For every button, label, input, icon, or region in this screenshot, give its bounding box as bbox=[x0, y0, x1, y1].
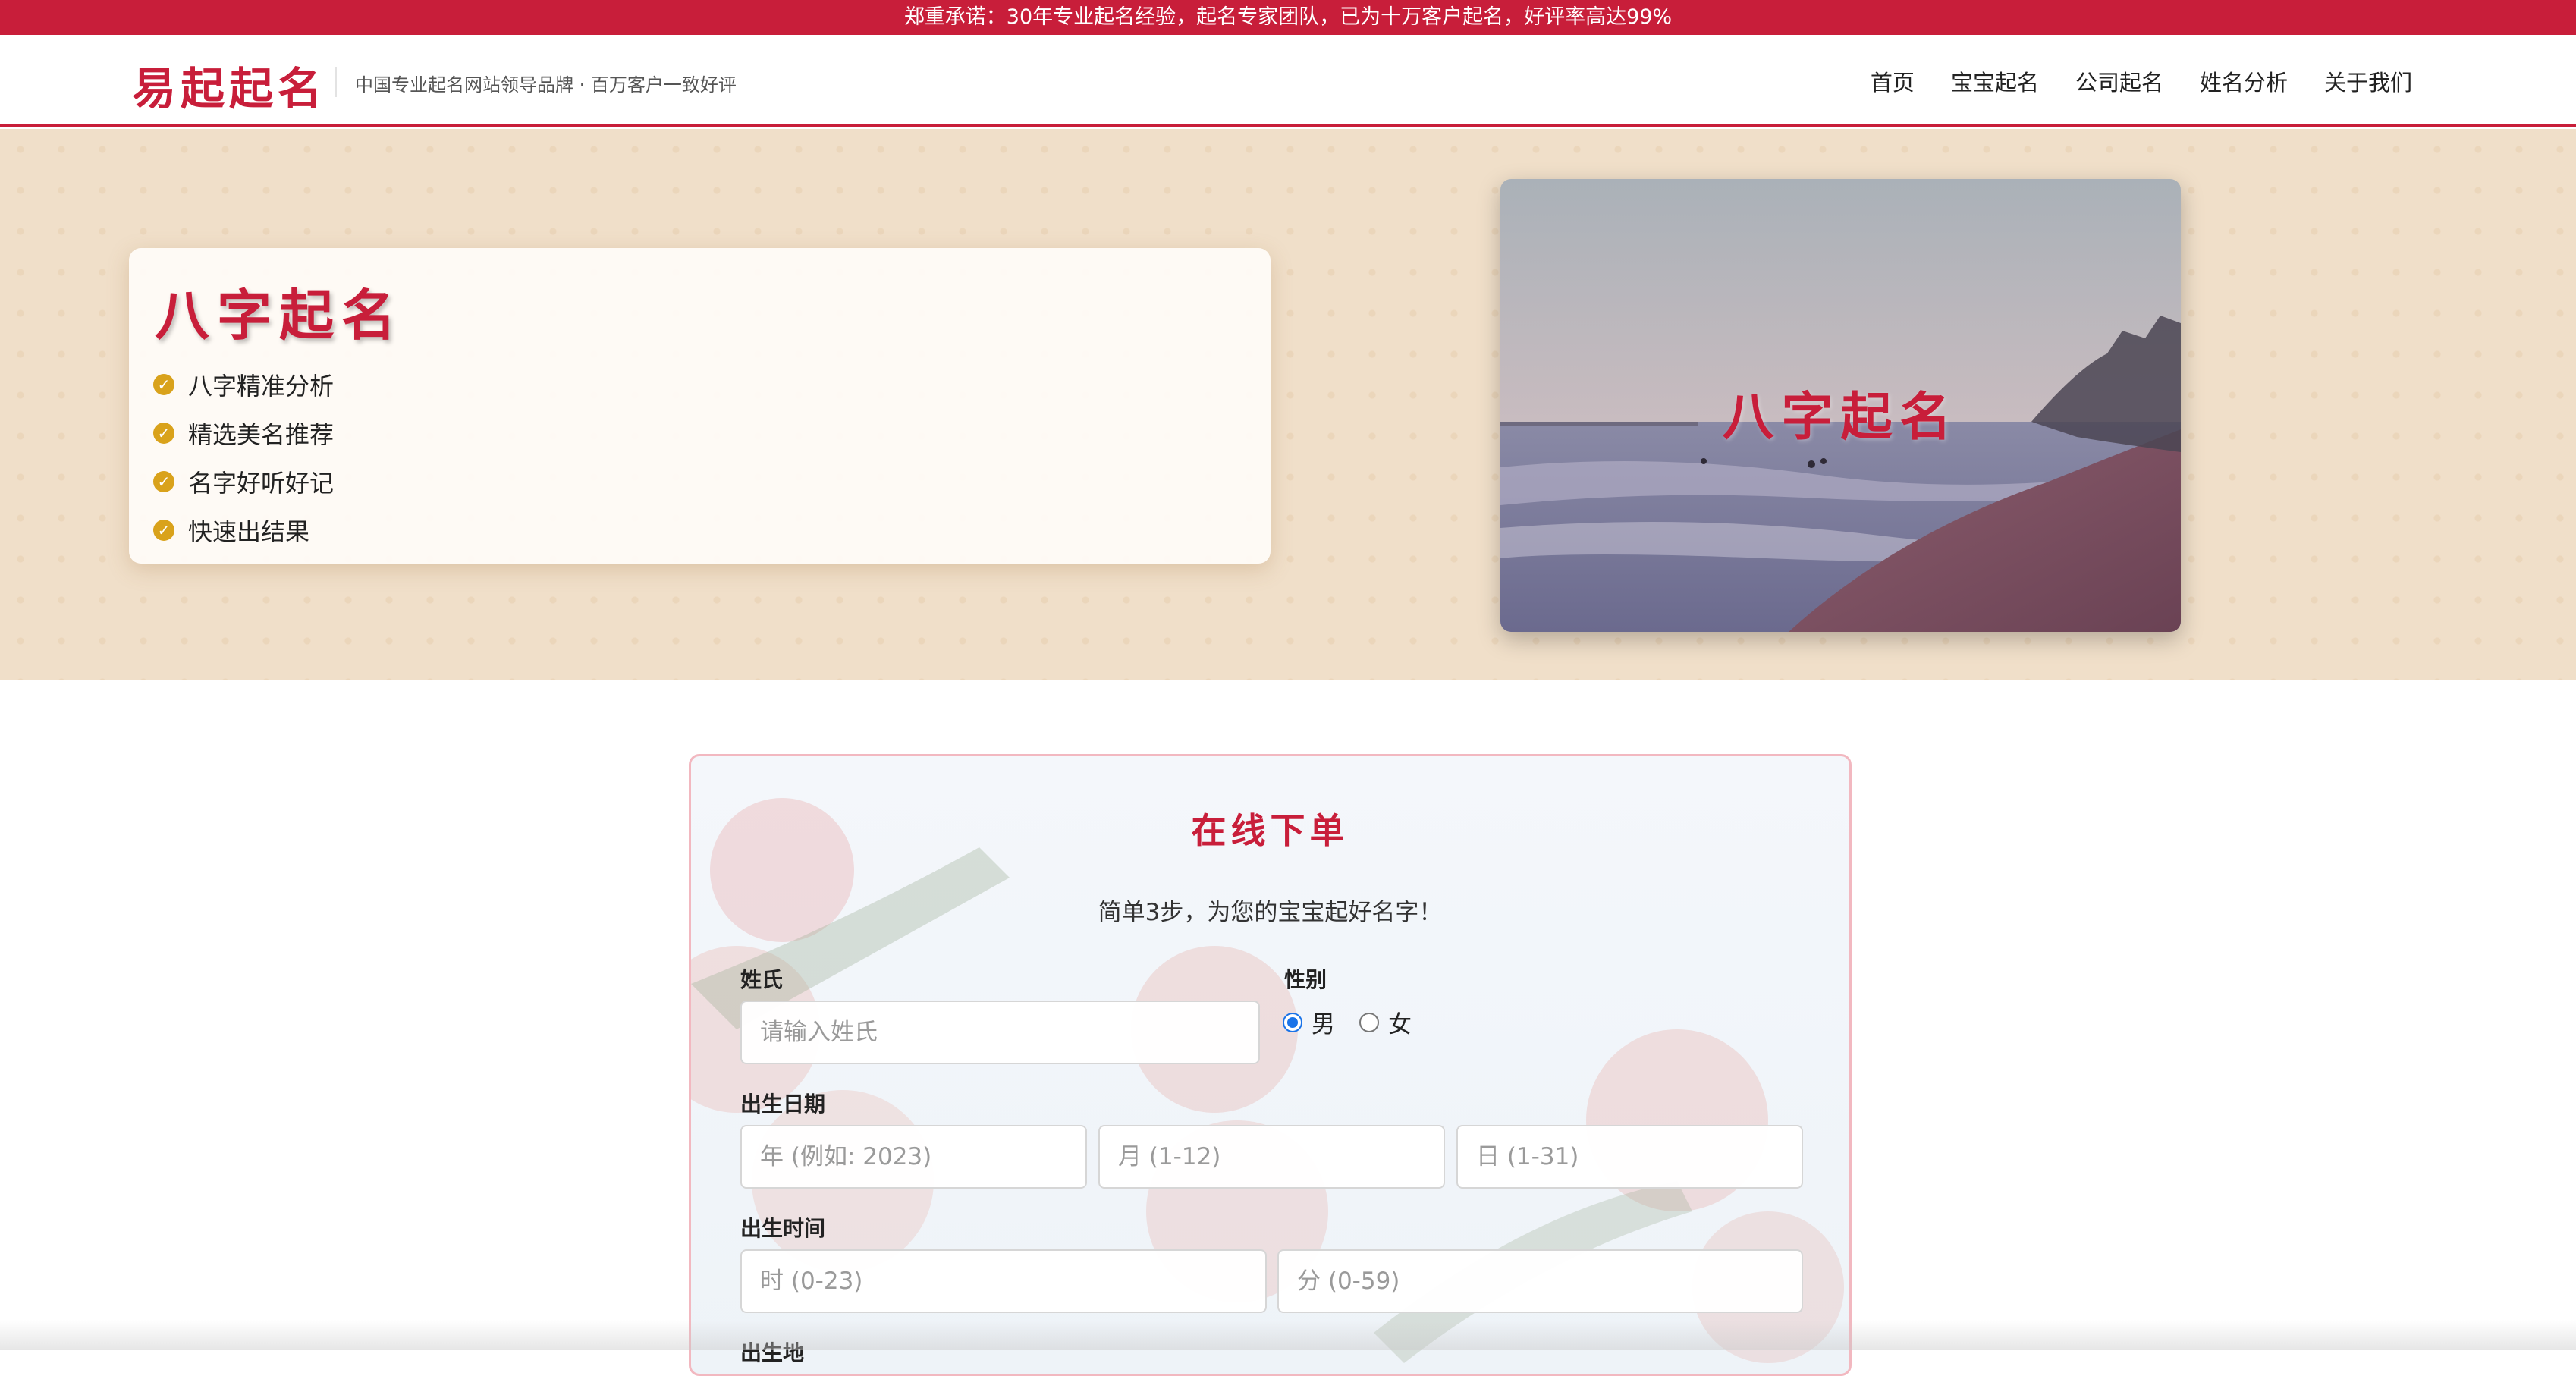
main-nav: 首页 宝宝起名 公司起名 姓名分析 关于我们 bbox=[1871, 65, 2412, 97]
bottom-scroll-shadow bbox=[0, 1320, 2576, 1350]
site-header: 易起起名 中国专业起名网站领导品牌 · 百万客户一致好评 首页 宝宝起名 公司起… bbox=[0, 35, 2576, 127]
order-title: 在线下单 bbox=[1191, 810, 1349, 851]
birth-minute-input[interactable] bbox=[1277, 1249, 1803, 1313]
feature-item: ✓ 名字好听好记 bbox=[153, 457, 334, 506]
promo-text: 郑重承诺：30年专业起名经验，起名专家团队，已为十万客户起名，好评率高达99% bbox=[903, 5, 1673, 29]
gender-option-label: 女 bbox=[1388, 1011, 1412, 1038]
feature-label: 名字好听好记 bbox=[188, 469, 335, 498]
birth-year-input[interactable] bbox=[740, 1125, 1087, 1189]
birthdate-label: 出生日期 bbox=[740, 1092, 826, 1117]
site-tagline: 中国专业起名网站领导品牌 · 百万客户一致好评 bbox=[355, 74, 737, 96]
order-subtitle: 简单3步，为您的宝宝起好名字！ bbox=[1098, 899, 1443, 926]
nav-item-baby-naming[interactable]: 宝宝起名 bbox=[1951, 65, 2039, 97]
gender-option-male[interactable]: 男 bbox=[1283, 1005, 1335, 1039]
feature-item: ✓ 快速出结果 bbox=[153, 506, 334, 554]
order-form-panel: 在线下单 简单3步，为您的宝宝起好名字！ 姓氏 性别 男 女 出生日期 出生时间… bbox=[689, 754, 1852, 1376]
birth-month-input[interactable] bbox=[1098, 1125, 1445, 1189]
hero-section: 八字起名 ✓ 八字精准分析 ✓ 精选美名推荐 ✓ 名字好听好记 ✓ 快速出结果 bbox=[0, 129, 2576, 680]
feature-label: 八字精准分析 bbox=[188, 372, 335, 401]
feature-label: 快速出结果 bbox=[188, 517, 310, 546]
site-logo[interactable]: 易起起名 bbox=[132, 53, 326, 117]
feature-item: ✓ 精选美名推荐 bbox=[153, 409, 334, 457]
hero-image-title: 八字起名 bbox=[1722, 387, 1959, 448]
surname-label: 姓氏 bbox=[740, 967, 784, 992]
hero-card: 八字起名 ✓ 八字精准分析 ✓ 精选美名推荐 ✓ 名字好听好记 ✓ 快速出结果 bbox=[129, 248, 1271, 564]
radio-button-unchecked[interactable] bbox=[1359, 1012, 1379, 1032]
feature-list: ✓ 八字精准分析 ✓ 精选美名推荐 ✓ 名字好听好记 ✓ 快速出结果 bbox=[153, 360, 334, 554]
check-circle-icon: ✓ bbox=[153, 520, 174, 541]
radio-button-checked[interactable] bbox=[1283, 1012, 1302, 1032]
birth-day-input[interactable] bbox=[1456, 1125, 1803, 1189]
nav-item-about[interactable]: 关于我们 bbox=[2324, 65, 2412, 97]
nav-item-name-analysis[interactable]: 姓名分析 bbox=[2200, 65, 2288, 97]
nav-item-home[interactable]: 首页 bbox=[1871, 65, 1915, 97]
birth-hour-input[interactable] bbox=[740, 1249, 1267, 1313]
feature-item: ✓ 八字精准分析 bbox=[153, 360, 334, 409]
gender-option-label: 男 bbox=[1312, 1011, 1335, 1038]
promo-bar: 郑重承诺：30年专业起名经验，起名专家团队，已为十万客户起名，好评率高达99% bbox=[0, 0, 2576, 35]
gender-option-female[interactable]: 女 bbox=[1359, 1005, 1412, 1039]
hero-title: 八字起名 bbox=[155, 283, 404, 347]
feature-label: 精选美名推荐 bbox=[188, 420, 335, 449]
birthtime-label: 出生时间 bbox=[740, 1216, 826, 1241]
gender-label: 性别 bbox=[1284, 967, 1327, 992]
logo-divider bbox=[335, 67, 337, 97]
check-circle-icon: ✓ bbox=[153, 374, 174, 395]
check-circle-icon: ✓ bbox=[153, 423, 174, 444]
nav-item-company-naming[interactable]: 公司起名 bbox=[2075, 65, 2163, 97]
hero-beach-image: 八字起名 bbox=[1500, 179, 2181, 632]
check-circle-icon: ✓ bbox=[153, 471, 174, 492]
gender-radio-group: 男 女 bbox=[1283, 1005, 1436, 1039]
surname-input[interactable] bbox=[740, 1001, 1260, 1064]
